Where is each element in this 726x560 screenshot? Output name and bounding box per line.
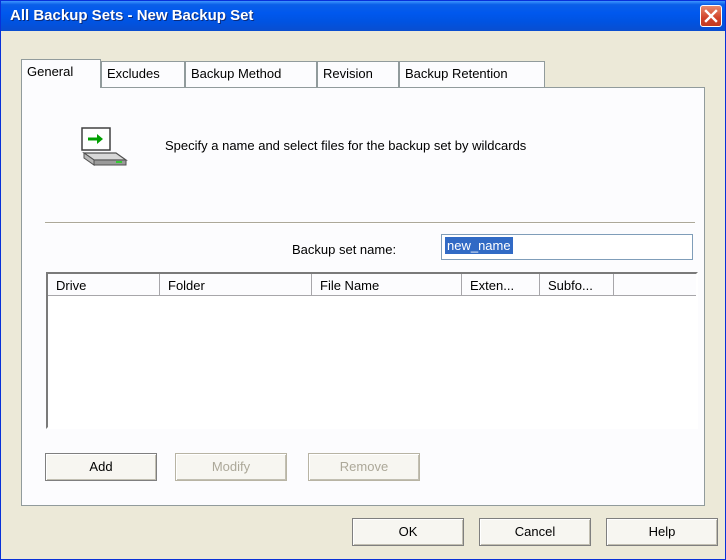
tab-general[interactable]: General (21, 59, 101, 88)
backup-set-name-label: Backup set name: (292, 242, 397, 257)
column-label: File Name (320, 278, 380, 293)
column-label: Drive (56, 278, 87, 293)
backup-drive-icon (80, 126, 132, 171)
tab-label: Backup Method (191, 66, 282, 81)
general-tab-panel: Specify a name and select files for the … (21, 87, 705, 506)
backup-set-name-input[interactable]: new_name (441, 234, 693, 260)
list-header: Drive Folder File Name Exten... Subfo... (48, 274, 696, 296)
tab-label: Revision (323, 66, 373, 81)
tab-backup-retention[interactable]: Backup Retention (399, 61, 545, 87)
column-label: Folder (168, 278, 205, 293)
help-button[interactable]: Help (606, 518, 718, 546)
tab-backup-method[interactable]: Backup Method (185, 61, 317, 87)
file-selection-list[interactable]: Drive Folder File Name Exten... Subfo... (46, 272, 698, 429)
remove-button[interactable]: Remove (308, 453, 420, 481)
backup-set-name-value: new_name (445, 237, 513, 254)
ok-button[interactable]: OK (352, 518, 464, 546)
column-label: Subfo... (548, 278, 593, 293)
window-title: All Backup Sets - New Backup Set (10, 7, 254, 24)
modify-button[interactable]: Modify (175, 453, 287, 481)
add-button[interactable]: Add (45, 453, 157, 481)
close-button[interactable] (700, 5, 722, 27)
column-filler (614, 274, 696, 296)
separator (45, 222, 695, 224)
title-bar[interactable]: All Backup Sets - New Backup Set (1, 1, 725, 31)
tab-label: Backup Retention (405, 66, 508, 81)
dialog-window: All Backup Sets - New Backup Set General… (0, 0, 726, 560)
column-drive[interactable]: Drive (48, 274, 160, 296)
tab-label: General (27, 64, 74, 79)
tab-label: Excludes (107, 66, 160, 81)
tab-revision[interactable]: Revision (317, 61, 399, 87)
column-file-name[interactable]: File Name (312, 274, 462, 296)
close-icon (704, 9, 718, 23)
column-extension[interactable]: Exten... (462, 274, 540, 296)
column-label: Exten... (470, 278, 515, 293)
column-folder[interactable]: Folder (160, 274, 312, 296)
description-text: Specify a name and select files for the … (165, 138, 527, 153)
tab-excludes[interactable]: Excludes (101, 61, 185, 87)
cancel-button[interactable]: Cancel (479, 518, 591, 546)
column-subfolders[interactable]: Subfo... (540, 274, 614, 296)
